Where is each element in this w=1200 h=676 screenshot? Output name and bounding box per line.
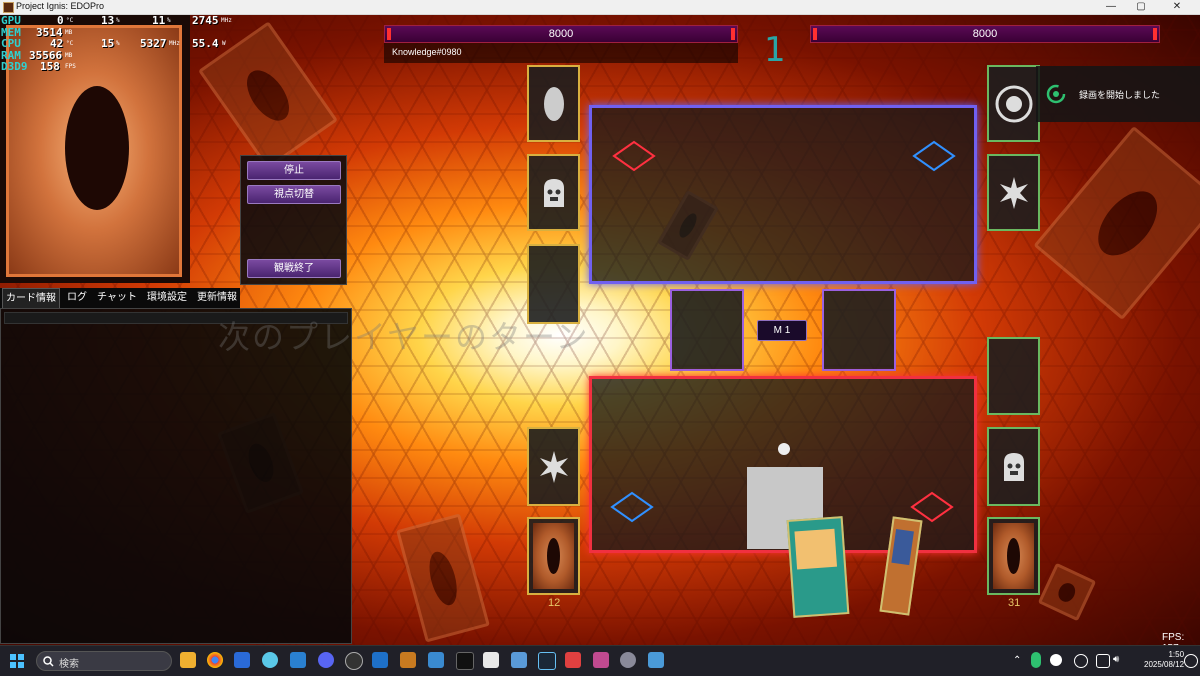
pendulum-scale-left-icon [610,491,654,523]
tab-chat[interactable]: チャット [94,288,140,308]
phase-button[interactable]: M 1 [757,320,807,341]
maximize-button[interactable]: ▢ [1126,0,1156,14]
tab-updates[interactable]: 更新情報 [194,288,240,308]
app-icon[interactable] [648,652,664,668]
graveyard-icon [1003,452,1024,481]
window-title: Project Ignis: EDOPro [16,1,105,11]
display-icon[interactable] [1096,654,1110,668]
player-banished-zone[interactable] [527,427,580,506]
steam-icon[interactable] [538,652,556,670]
card-back [993,523,1034,589]
app-icon[interactable] [483,652,499,668]
file-explorer-icon[interactable] [180,652,196,668]
end-spectate-button[interactable]: 観戦終了 [247,259,341,278]
graveyard-icon [543,178,564,207]
close-circle-icon[interactable] [1050,654,1062,666]
pendulum-scale-right-icon [912,140,956,172]
search-icon [43,656,54,667]
opponent-name: Knowledge#0980 [392,47,462,57]
player-deck-zone[interactable] [987,517,1040,595]
edopro-icon[interactable] [400,652,416,668]
app-icon [3,2,14,13]
extra-monster-zone-right[interactable] [822,289,896,371]
extra-monster-zone-left[interactable] [670,289,744,371]
app-icon[interactable] [262,652,278,668]
taskbar-search[interactable]: 検索 [36,651,172,671]
microphone-icon[interactable] [1031,652,1041,668]
notepad-icon[interactable] [511,652,527,668]
search-label: 検索 [59,659,79,670]
taskbar-clock[interactable]: 1:50 2025/08/12 [1144,650,1184,670]
settings-icon[interactable] [620,652,636,668]
clock-date: 2025/08/12 [1144,660,1185,669]
close-button[interactable]: ✕ [1162,0,1192,14]
duel-control-menu: 停止 視点切替 観戦終了 [240,155,347,285]
chevron-up-icon[interactable]: ⌃ [1013,655,1021,666]
hardware-monitor-overlay: GPU 0 °C 13% 11% 2745 MHz MEM 3514 MB CPU 4… [0,15,240,73]
deck-zone-icon [995,85,1032,122]
start-icon[interactable] [10,654,24,668]
banish-star-icon [999,176,1028,209]
info-tabs: カード情報 ログ チャット 環境設定 更新情報 [0,288,240,308]
app-icon[interactable] [593,652,609,668]
clock-time: 1:50 [1168,650,1185,659]
obs-icon[interactable] [345,652,363,670]
app-icon[interactable] [428,652,444,668]
store-icon[interactable] [234,652,250,668]
extra-deck-icon [543,86,564,121]
tab-card-info[interactable]: カード情報 [2,288,60,308]
chibi-avatar-icon [778,443,790,455]
turn-counter: 1 [764,30,786,70]
card-artwork [794,528,838,570]
opponent-graveyard-zone[interactable] [527,154,580,231]
outlook-icon[interactable] [372,652,388,668]
discord-icon[interactable] [318,652,334,668]
app-icon[interactable] [565,652,581,668]
hw-row-ram: RAM 35566 MB [1,48,73,62]
player-extra-deck-count: 12 [548,597,561,609]
banish-star-icon [539,450,568,483]
player-deck-count: 31 [1008,597,1021,609]
notification-icon[interactable] [1184,654,1198,668]
recording-notification: 録画を開始しました [1036,66,1200,122]
player-field-spell-zone[interactable] [987,337,1040,415]
hw-row-gpu: GPU 0 °C 13% 11% 2745 MHz [1,14,232,27]
card-artwork [891,528,914,566]
pendulum-scale-left-icon [612,140,656,172]
player-extra-deck-zone[interactable] [527,517,580,595]
app-icon[interactable] [456,652,474,670]
turn-change-banner: 次のプレイヤーのターン [218,319,590,355]
pendulum-scale-right-icon [910,491,954,523]
chrome-icon[interactable] [207,652,223,668]
hand-card[interactable] [786,516,850,618]
app-icon[interactable] [1074,654,1088,668]
card-back [533,523,574,589]
hw-row-cpu: CPU 42 °C 15% 5327 MHz 55.4 W [1,37,226,50]
opponent-banished-zone[interactable] [987,154,1040,231]
tab-log[interactable]: ログ [62,288,92,308]
opponent-lp-bar: 8000 [384,25,738,43]
recording-icon [1046,84,1066,104]
tab-settings[interactable]: 環境設定 [142,288,192,308]
hw-row-fps: D3D9 158 FPS [1,60,76,73]
minimize-button[interactable]: — [1096,0,1126,14]
switch-view-button[interactable]: 視点切替 [247,185,341,204]
stop-button[interactable]: 停止 [247,161,341,180]
opponent-monster-zone[interactable] [589,105,977,284]
player-lp-bar: 8000 [810,25,1160,43]
opponent-deck-zone[interactable] [987,65,1040,142]
opponent-extra-deck-zone[interactable] [527,65,580,142]
speaker-icon[interactable]: 🔊︎ [1113,654,1119,665]
window-titlebar: Project Ignis: EDOPro — ▢ ✕ [0,0,1200,15]
windows-taskbar: 検索 ⌃ 🔊︎ 1:50 2025/08/12 [0,645,1200,676]
notification-text: 録画を開始しました [1079,90,1161,100]
app-icon[interactable] [290,652,306,668]
player-graveyard-zone[interactable] [987,427,1040,506]
card-info-panel[interactable] [0,308,352,644]
